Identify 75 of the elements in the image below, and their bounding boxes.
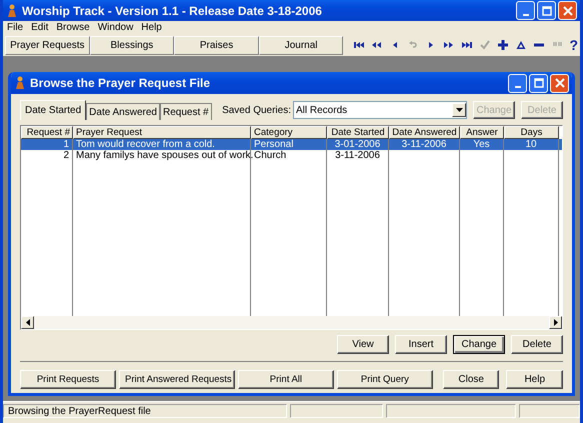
minimize-icon bbox=[522, 14, 528, 16]
menu-item[interactable]: Edit bbox=[31, 22, 48, 33]
dialog-button[interactable]: Help bbox=[506, 370, 563, 389]
first-icon[interactable] bbox=[353, 39, 366, 51]
table-cell: 3-11-2006 bbox=[402, 139, 446, 150]
tab[interactable]: Request # bbox=[160, 103, 212, 120]
scroll-left-button[interactable] bbox=[21, 316, 34, 329]
table-cell: Yes bbox=[473, 139, 490, 150]
close-button[interactable] bbox=[558, 1, 577, 20]
status-panel bbox=[519, 404, 580, 418]
print-button[interactable]: Print Query bbox=[336, 370, 433, 389]
right-arrow-icon bbox=[554, 319, 558, 326]
record-button[interactable]: Change bbox=[453, 335, 505, 354]
table-row[interactable]: 2 Many familys have spouses out of work.Church 3-11-2006 bbox=[21, 150, 562, 161]
table-cell: Personal bbox=[254, 139, 294, 150]
minimize-button[interactable] bbox=[516, 1, 535, 20]
column-header[interactable]: Date Started bbox=[327, 126, 389, 139]
section-button[interactable]: Prayer Requests bbox=[5, 36, 90, 54]
table-cell: 2 bbox=[63, 150, 69, 161]
menu-item[interactable]: File bbox=[7, 22, 24, 33]
figure-icon bbox=[6, 4, 18, 18]
status-text: Browsing the PrayerRequest file bbox=[3, 404, 287, 418]
record-button[interactable]: View bbox=[337, 335, 389, 354]
maximize-button[interactable] bbox=[537, 1, 556, 20]
table-cell: 1 bbox=[63, 139, 69, 150]
table-cell: Church bbox=[254, 150, 286, 161]
minimize-icon bbox=[514, 86, 520, 88]
close-button[interactable] bbox=[550, 74, 569, 92]
section-button[interactable]: Journal bbox=[258, 36, 344, 54]
maximize-button[interactable] bbox=[529, 74, 548, 92]
menu-item[interactable]: Browse bbox=[56, 22, 90, 33]
tab[interactable]: Date Answered bbox=[86, 103, 160, 120]
table-row[interactable]: 1 Tom would recover from a cold. Personal 3-01-2006 3-11-2006 Yes 10 bbox=[21, 139, 562, 150]
close-icon bbox=[554, 78, 564, 88]
maximize-icon bbox=[534, 78, 544, 88]
column-header[interactable]: Request # bbox=[21, 126, 73, 139]
maximize-icon bbox=[542, 6, 552, 16]
column-header[interactable]: Answer bbox=[460, 126, 504, 139]
window-title: Browse the Prayer Request File bbox=[30, 76, 210, 90]
help-icon[interactable]: ? bbox=[569, 37, 578, 53]
print-button[interactable]: Print Answered Requests bbox=[119, 370, 235, 389]
saved-queries-label: Saved Queries: bbox=[222, 104, 291, 116]
menu-item[interactable]: Window bbox=[98, 22, 134, 33]
scroll-right-button[interactable] bbox=[549, 316, 562, 329]
column-header[interactable]: Prayer Request bbox=[73, 126, 251, 139]
record-button[interactable]: Delete bbox=[511, 335, 563, 354]
triangle-icon[interactable] bbox=[515, 39, 528, 51]
figure-icon bbox=[14, 76, 26, 90]
table-cell: Tom would recover from a cold. bbox=[76, 139, 215, 150]
window-title: Worship Track - Version 1.1 - Release Date 3-18-2006 bbox=[22, 4, 322, 18]
column-header[interactable]: Category bbox=[251, 126, 327, 139]
section-button[interactable]: Blessings bbox=[90, 36, 174, 54]
table-cell: 10 bbox=[525, 139, 537, 150]
print-button[interactable]: Print All bbox=[238, 370, 334, 389]
dropdown-arrow-icon bbox=[456, 108, 462, 112]
column-header[interactable]: Days bbox=[504, 126, 559, 139]
menu-item[interactable]: Help bbox=[141, 22, 162, 33]
table-cell: 3-11-2006 bbox=[335, 150, 380, 161]
print-button[interactable]: Print Requests bbox=[20, 370, 116, 389]
dialog-button[interactable]: Close bbox=[442, 370, 500, 389]
close-icon bbox=[562, 6, 572, 16]
last-icon[interactable] bbox=[461, 39, 474, 51]
column-header[interactable]: Date Answered bbox=[389, 126, 460, 139]
left-arrow-icon bbox=[26, 319, 30, 326]
prev-page-icon[interactable] bbox=[371, 39, 384, 51]
saved-queries-dropdown[interactable]: All Records bbox=[293, 101, 467, 119]
plus-icon[interactable] bbox=[497, 39, 510, 51]
section-button[interactable]: Praises bbox=[174, 36, 259, 54]
table-cell: 3-01-2006 bbox=[334, 139, 380, 150]
tab[interactable]: Date Started bbox=[20, 100, 86, 120]
next-page-icon[interactable] bbox=[443, 39, 456, 51]
minimize-button[interactable] bbox=[508, 74, 527, 92]
horizontal-scrollbar[interactable] bbox=[21, 316, 562, 329]
record-button[interactable]: Insert bbox=[395, 335, 447, 354]
table-cell: Many familys have spouses out of work. bbox=[76, 150, 254, 161]
